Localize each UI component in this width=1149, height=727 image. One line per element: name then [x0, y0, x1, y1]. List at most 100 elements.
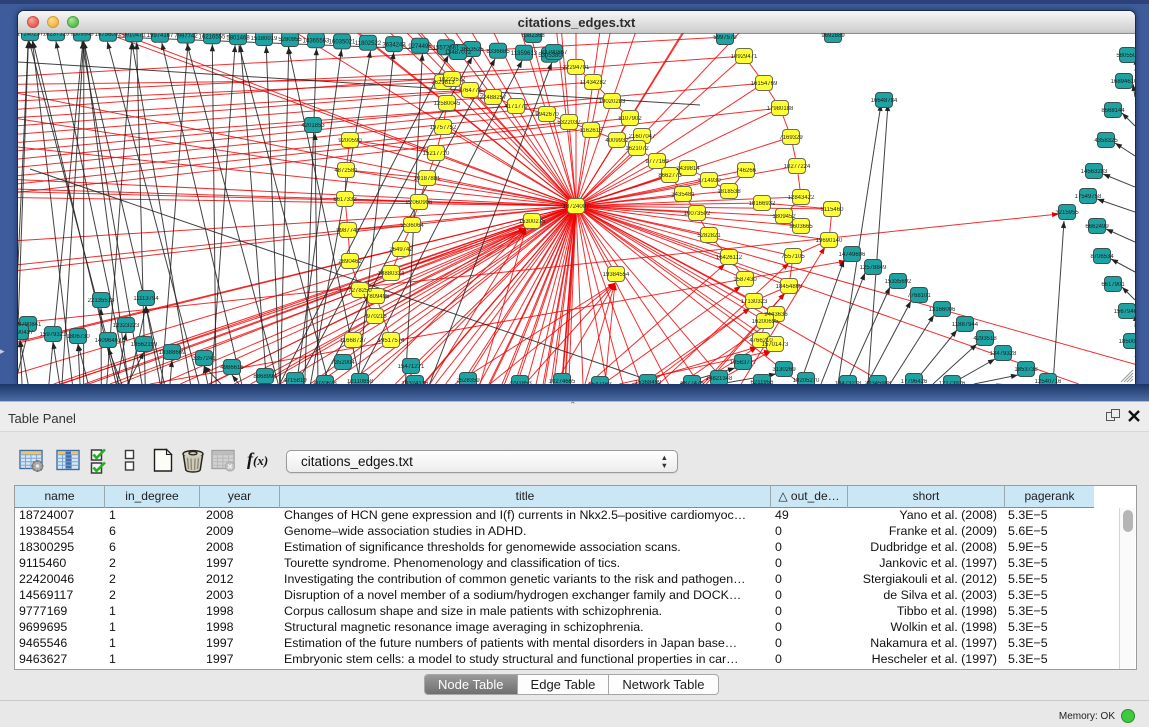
svg-text:16648784: 16648784	[871, 98, 898, 104]
svg-text:4872581: 4872581	[334, 168, 358, 174]
svg-text:18724007: 18724007	[563, 204, 590, 210]
svg-text:5805500: 5805500	[1116, 53, 1135, 59]
svg-text:3634243: 3634243	[382, 42, 406, 48]
svg-text:19790841: 19790841	[18, 322, 42, 328]
svg-text:5801468: 5801468	[226, 35, 250, 41]
svg-text:1162615: 1162615	[580, 128, 604, 134]
svg-text:1853738: 1853738	[1014, 367, 1038, 373]
svg-text:22790867: 22790867	[541, 50, 568, 56]
svg-text:18454860: 18454860	[776, 284, 803, 290]
svg-text:1714930: 1714930	[697, 178, 721, 184]
svg-text:9509949: 9509949	[70, 33, 94, 38]
svg-text:11802522: 11802522	[355, 41, 382, 47]
svg-text:16426112: 16426112	[716, 255, 743, 261]
svg-text:15335692: 15335692	[885, 279, 912, 285]
svg-text:18166932: 18166932	[749, 201, 776, 207]
svg-text:15979321: 15979321	[40, 332, 67, 338]
svg-text:15180019: 15180019	[251, 36, 278, 42]
svg-text:1806730: 1806730	[66, 334, 90, 340]
svg-text:4293518: 4293518	[973, 336, 997, 342]
svg-text:8568144: 8568144	[1101, 108, 1125, 114]
svg-text:5280955: 5280955	[278, 37, 302, 43]
svg-text:11113794: 11113794	[133, 296, 159, 302]
svg-text:8336685: 8336685	[486, 49, 510, 55]
svg-text:16590437: 16590437	[18, 330, 34, 336]
svg-text:4358325: 4358325	[1094, 138, 1118, 144]
svg-text:17980188: 17980188	[767, 106, 794, 112]
svg-text:14563283: 14563283	[1081, 169, 1108, 175]
svg-text:5282821: 5282821	[697, 233, 721, 239]
svg-text:22135518: 22135518	[88, 298, 115, 304]
svg-text:17130323: 17130323	[741, 299, 768, 305]
svg-text:9942670: 9942670	[535, 112, 559, 118]
svg-text:746266: 746266	[736, 168, 757, 174]
svg-text:2649742: 2649742	[389, 247, 413, 253]
svg-text:5322037: 5322037	[557, 120, 581, 126]
svg-text:9200590: 9200590	[338, 138, 362, 144]
svg-text:9603665: 9603665	[789, 224, 813, 230]
svg-text:17240237: 17240237	[18, 33, 44, 37]
svg-text:3435481: 3435481	[671, 192, 695, 198]
svg-text:2890462: 2890462	[338, 259, 362, 265]
svg-text:18388669: 18388669	[159, 350, 186, 356]
svg-text:19020283: 19020283	[599, 99, 626, 105]
svg-text:11434282: 11434282	[580, 80, 607, 86]
svg-text:10073502: 10073502	[684, 211, 711, 217]
svg-text:4009932: 4009932	[605, 138, 629, 144]
svg-text:1818538: 1818538	[717, 189, 741, 195]
svg-text:11668727: 11668727	[340, 338, 367, 344]
svg-text:18237325: 18237325	[43, 33, 70, 37]
svg-text:16216555: 16216555	[199, 34, 226, 40]
svg-text:8706534: 8706534	[1090, 254, 1114, 260]
svg-text:1621072: 1621072	[625, 146, 649, 152]
svg-text:9115460: 9115460	[821, 207, 845, 213]
svg-text:4171779: 4171779	[504, 104, 528, 110]
svg-text:6382368: 6382368	[521, 33, 545, 39]
svg-text:12843422: 12843422	[788, 195, 815, 201]
svg-text:9910471: 9910471	[122, 33, 146, 39]
svg-text:16894610: 16894610	[1111, 79, 1135, 85]
svg-text:1587430: 1587430	[733, 277, 757, 283]
svg-text:22488257: 22488257	[480, 95, 507, 101]
svg-text:17809496: 17809496	[363, 294, 390, 300]
svg-text:7169329: 7169329	[779, 135, 803, 141]
svg-text:19974167: 19974167	[147, 33, 174, 39]
svg-text:8662773: 8662773	[658, 173, 682, 179]
svg-text:13479328: 13479328	[990, 351, 1017, 357]
svg-text:7768101: 7768101	[907, 293, 931, 299]
svg-text:22060906: 22060906	[406, 200, 433, 206]
svg-text:19384554: 19384554	[603, 272, 630, 278]
svg-text:1764778: 1764778	[458, 88, 482, 94]
svg-text:4201853: 4201853	[301, 123, 325, 129]
svg-text:13487072: 13487072	[445, 50, 472, 56]
svg-text:8868994: 8868994	[253, 374, 277, 380]
svg-text:11887944: 11887944	[952, 322, 979, 328]
svg-text:15217710: 15217710	[423, 151, 450, 157]
svg-text:10223572: 10223572	[439, 77, 466, 83]
svg-text:13166006: 13166006	[929, 307, 956, 313]
svg-text:22294701: 22294701	[563, 65, 590, 71]
svg-text:19757752: 19757752	[430, 125, 457, 131]
svg-text:15701473: 15701473	[762, 342, 789, 348]
svg-text:1809452: 1809452	[772, 214, 796, 220]
svg-text:6617332: 6617332	[333, 197, 357, 203]
svg-text:5536064: 5536064	[400, 223, 424, 229]
svg-text:4986616: 4986616	[220, 365, 244, 371]
svg-text:9987747: 9987747	[336, 228, 360, 234]
svg-text:8107902: 8107902	[618, 116, 642, 122]
svg-text:14749606: 14749606	[839, 252, 866, 258]
svg-text:9692889: 9692889	[821, 33, 845, 39]
svg-text:10187881: 10187881	[414, 176, 441, 182]
svg-text:12578849: 12578849	[860, 265, 887, 271]
svg-text:9274496: 9274496	[408, 44, 432, 50]
svg-text:7970218: 7970218	[363, 314, 387, 320]
svg-text:18880334: 18880334	[378, 271, 405, 277]
svg-text:14821348: 14821348	[706, 376, 733, 382]
svg-text:3130269: 3130269	[772, 367, 796, 373]
svg-text:6617901: 6617901	[1101, 282, 1125, 288]
svg-text:3357241: 3357241	[192, 356, 216, 362]
svg-text:16154769: 16154769	[751, 81, 778, 87]
svg-text:14365563: 14365563	[303, 38, 330, 44]
svg-text:10277224: 10277224	[784, 164, 811, 170]
svg-text:16200695: 16200695	[752, 319, 779, 325]
